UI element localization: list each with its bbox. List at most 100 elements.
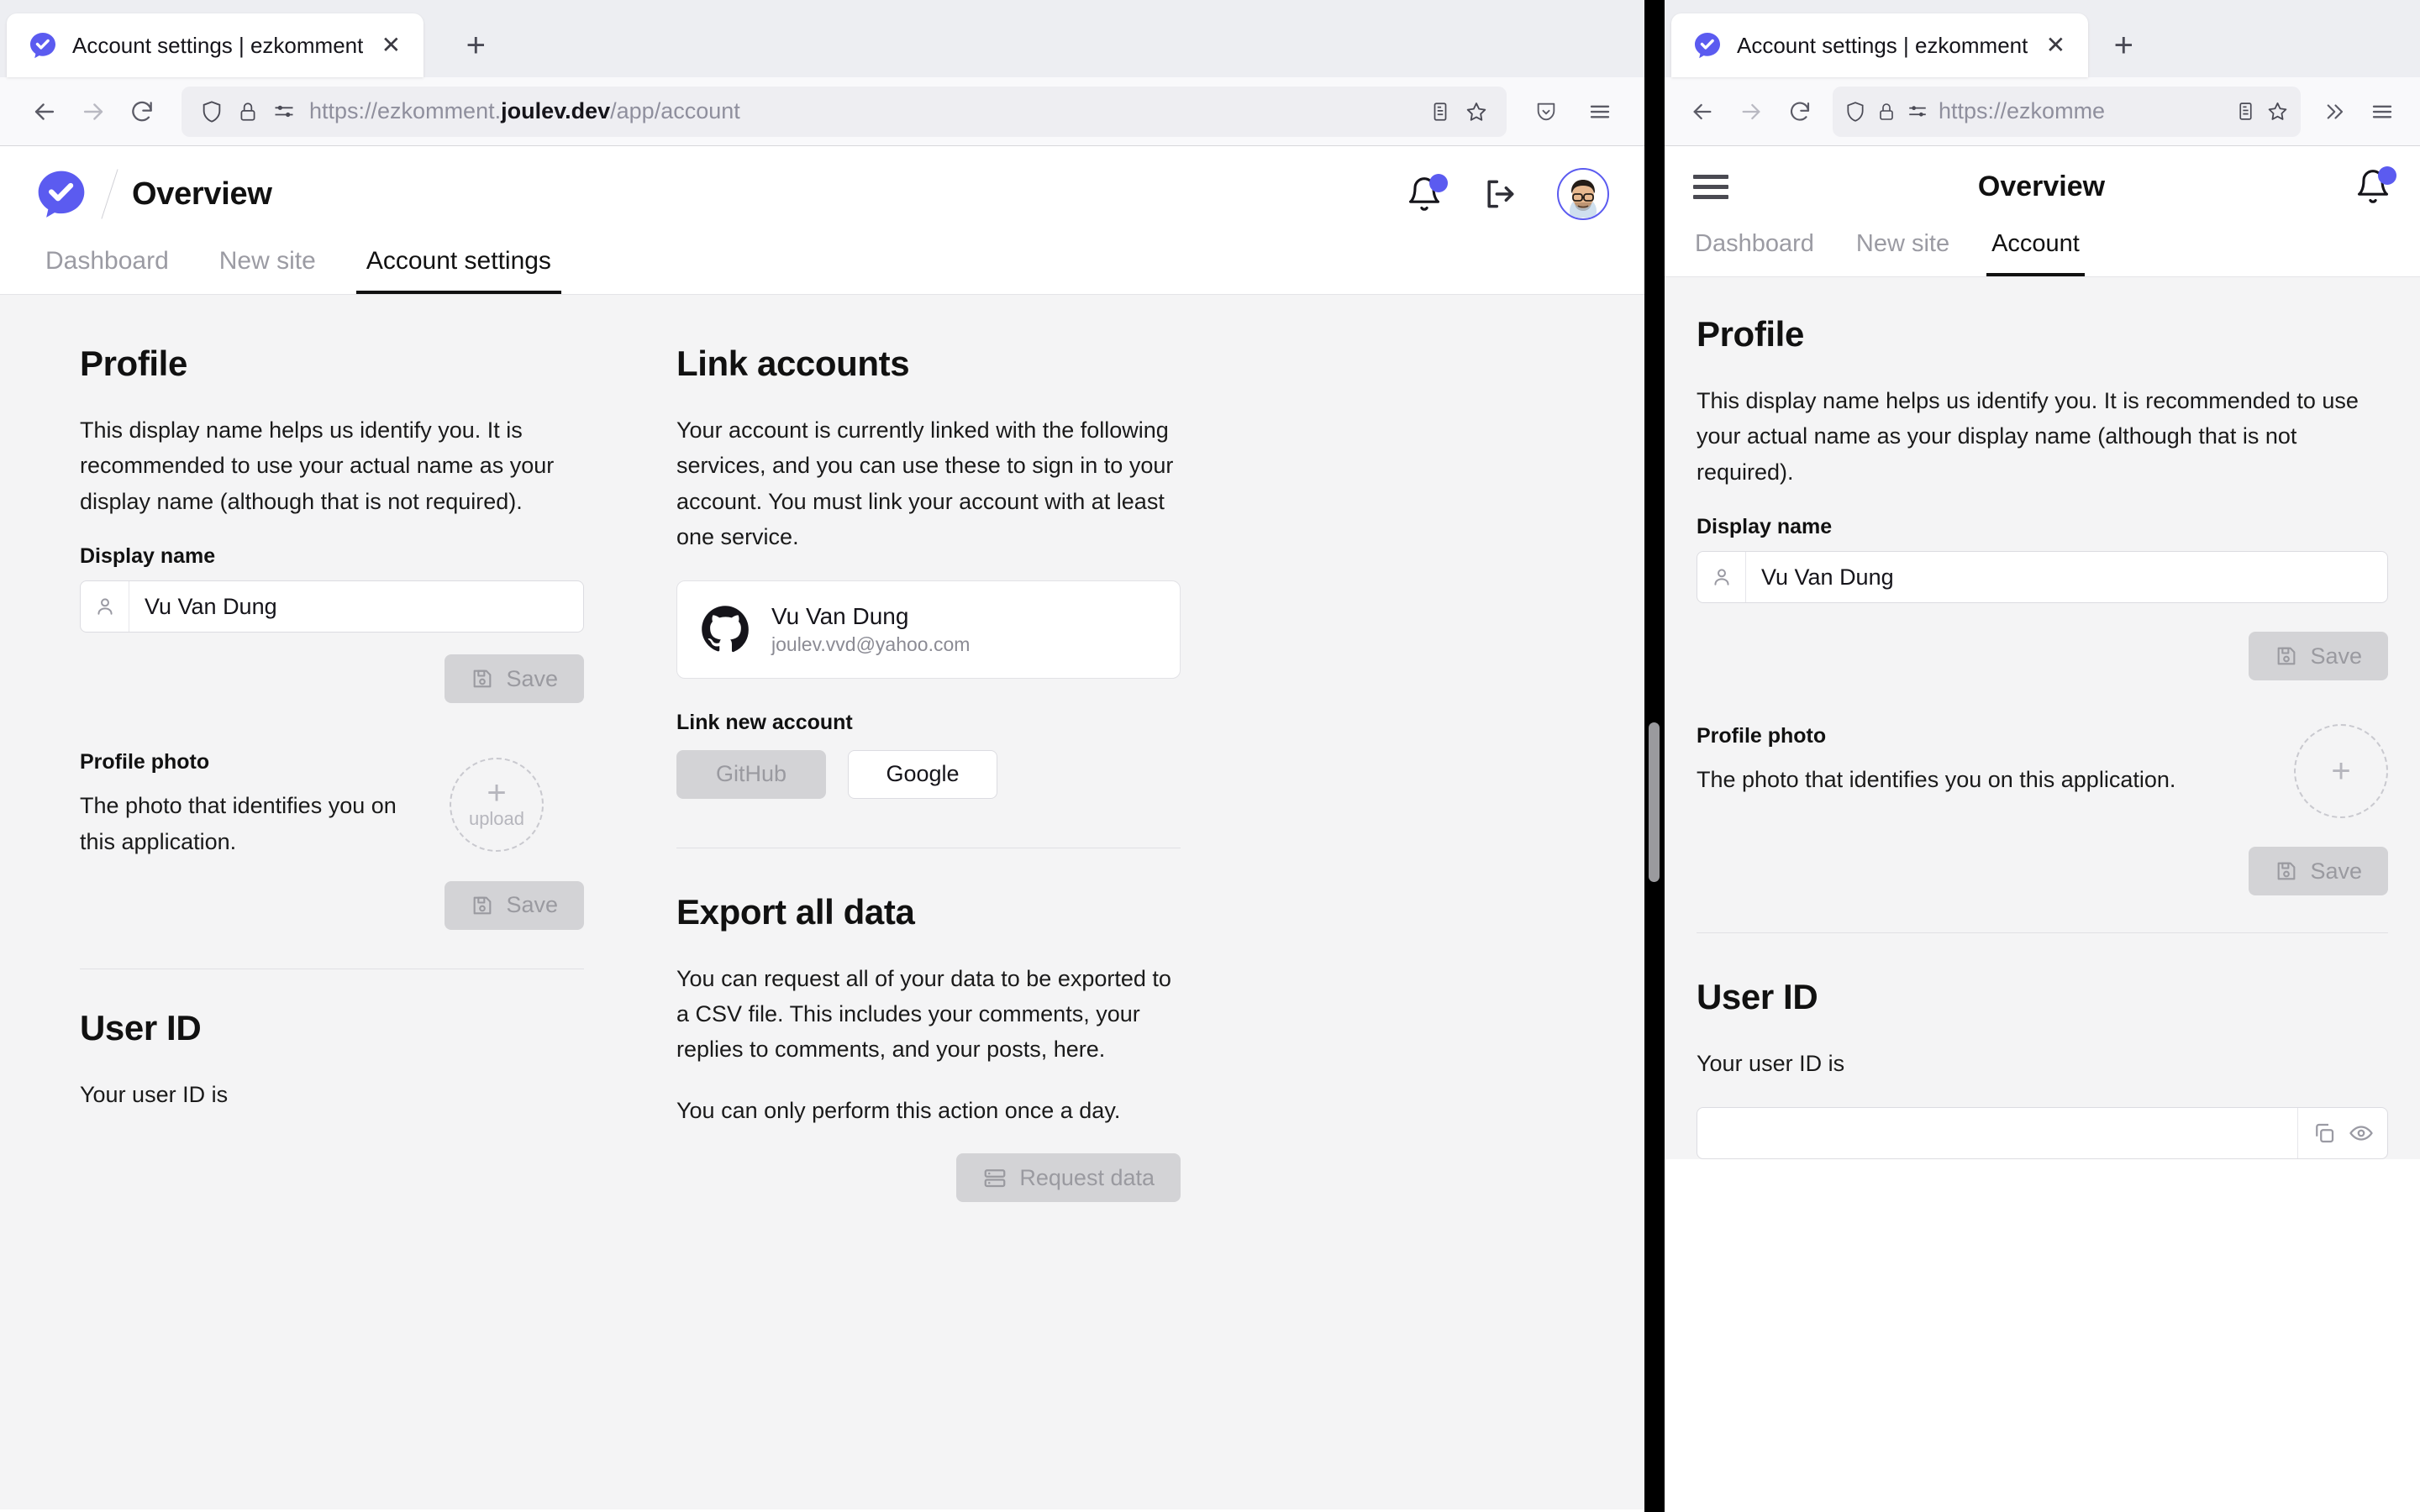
link-accounts-heading: Link accounts bbox=[676, 344, 910, 383]
hamburger-menu-icon[interactable] bbox=[2358, 87, 2407, 136]
browser-window-right: Account settings | ezkomment ✕ + https:/… bbox=[1665, 0, 2420, 1512]
save-display-name-button[interactable]: Save bbox=[445, 654, 584, 704]
export-paragraph-2: You can only perform this action once a … bbox=[676, 1097, 1121, 1123]
profile-save-row: Save bbox=[1697, 632, 2388, 681]
browser-tabbar-right: Account settings | ezkomment ✕ + bbox=[1665, 0, 2420, 77]
reload-icon[interactable] bbox=[118, 87, 166, 136]
url-bar[interactable]: https://ezkomment.joulev.dev/app/account bbox=[182, 86, 1507, 137]
display-name-value[interactable]: Vu Van Dung bbox=[1746, 552, 2387, 602]
browser-navbar-right: https://ezkomme bbox=[1665, 77, 2420, 146]
avatar[interactable] bbox=[1557, 168, 1609, 220]
profile-description: This display name helps us identify you.… bbox=[1697, 388, 2359, 485]
tab-new-site[interactable]: New site bbox=[209, 239, 326, 294]
page-title: Overview bbox=[132, 176, 272, 212]
export-paragraph-1: You can request all of your data to be e… bbox=[676, 965, 1171, 1063]
url-prefix: https://ezkomment. bbox=[309, 98, 502, 123]
profile-divider bbox=[1697, 932, 2388, 934]
link-google-button[interactable]: Google bbox=[848, 749, 997, 799]
profile-description: This display name helps us identify you.… bbox=[80, 417, 555, 514]
close-icon[interactable]: ✕ bbox=[378, 34, 403, 57]
url-bar[interactable]: https://ezkomme bbox=[1833, 86, 2301, 137]
new-tab-button[interactable]: + bbox=[457, 29, 494, 62]
upload-photo-button[interactable]: + bbox=[2294, 724, 2388, 819]
profile-photo-text: Profile photo The photo that identifies … bbox=[1697, 724, 2294, 797]
save-display-name-button[interactable]: Save bbox=[2249, 632, 2388, 681]
hamburger-menu-icon[interactable] bbox=[1576, 87, 1624, 136]
profile-save-row: Save bbox=[80, 654, 584, 704]
lock-icon[interactable] bbox=[1876, 102, 1897, 122]
star-icon[interactable] bbox=[2266, 100, 2289, 123]
save-label: Save bbox=[2310, 643, 2362, 669]
display-name-input[interactable]: Vu Van Dung bbox=[80, 580, 584, 633]
profile-photo-label: Profile photo bbox=[80, 750, 210, 774]
floppy-disk-icon bbox=[2278, 647, 2296, 665]
app-content-right: Profile This display name helps us ident… bbox=[1665, 277, 2420, 1159]
tab-account[interactable]: Account bbox=[1986, 225, 2085, 276]
url-text[interactable]: https://ezkomme bbox=[1939, 98, 2225, 124]
permissions-icon[interactable] bbox=[272, 100, 296, 123]
display-name-input[interactable]: Vu Van Dung bbox=[1697, 551, 2388, 604]
save-photo-button[interactable]: Save bbox=[445, 880, 584, 930]
linked-account-card[interactable]: Vu Van Dung joulev.vvd@yahoo.com bbox=[676, 580, 1181, 679]
link-new-account-label: Link new account bbox=[676, 710, 853, 734]
close-icon[interactable]: ✕ bbox=[2043, 34, 2068, 57]
notifications-button[interactable] bbox=[1406, 174, 1448, 213]
arrow-right-icon[interactable] bbox=[69, 87, 118, 136]
tab-new-site[interactable]: New site bbox=[1851, 225, 1954, 276]
arrow-right-icon[interactable] bbox=[1727, 87, 1776, 136]
reader-view-icon[interactable] bbox=[2235, 101, 2256, 122]
shield-icon[interactable] bbox=[1844, 101, 1866, 123]
browser-tab-right[interactable]: Account settings | ezkomment ✕ bbox=[1671, 13, 2089, 77]
profile-photo-row: Profile photo The photo that identifies … bbox=[80, 750, 584, 859]
page-title: Overview bbox=[1977, 170, 2106, 202]
profile-photo-row: Profile photo The photo that identifies … bbox=[1697, 724, 2388, 819]
link-new-account-buttons: GitHub Google bbox=[676, 749, 1181, 799]
browser-tab-title: Account settings | ezkomment bbox=[1737, 32, 2028, 58]
menu-toggle-button[interactable] bbox=[1693, 174, 1728, 199]
notifications-button[interactable] bbox=[2354, 166, 2396, 205]
hamburger-bar bbox=[1693, 194, 1728, 199]
floppy-disk-icon bbox=[474, 669, 492, 688]
ezkomment-check-bubble-icon bbox=[29, 31, 57, 60]
user-id-heading: User ID bbox=[1697, 977, 1818, 1017]
pocket-icon[interactable] bbox=[1522, 87, 1570, 136]
linked-account-name: Vu Van Dung bbox=[771, 602, 909, 629]
profile-photo-description: The photo that identifies you on this ap… bbox=[80, 793, 397, 854]
ezkomment-check-bubble-icon[interactable] bbox=[35, 168, 87, 220]
shield-icon[interactable] bbox=[200, 100, 224, 123]
link-github-button[interactable]: GitHub bbox=[676, 749, 826, 799]
window-gutter bbox=[1644, 0, 1665, 1512]
chevron-double-right-icon[interactable] bbox=[2309, 87, 2358, 136]
logout-button[interactable] bbox=[1481, 176, 1518, 213]
eye-icon bbox=[2349, 1125, 2373, 1141]
upload-label: upload bbox=[468, 808, 525, 829]
user-id-description: Your user ID is bbox=[1697, 1051, 1845, 1077]
app-tabs-right: Dashboard New site Account bbox=[1665, 225, 2420, 277]
tab-dashboard[interactable]: Dashboard bbox=[35, 239, 179, 294]
profile-heading: Profile bbox=[1697, 314, 1804, 354]
request-data-button[interactable]: Request data bbox=[956, 1153, 1181, 1202]
arrow-left-icon[interactable] bbox=[1678, 87, 1727, 136]
arrow-left-icon[interactable] bbox=[20, 87, 69, 136]
display-name-value[interactable]: Vu Van Dung bbox=[129, 581, 583, 632]
url-text[interactable]: https://ezkomment.joulev.dev/app/account bbox=[309, 98, 1416, 124]
notification-badge bbox=[2378, 166, 2396, 185]
person-icon bbox=[1697, 552, 1746, 603]
reload-icon[interactable] bbox=[1776, 87, 1824, 136]
scrollbar-thumb[interactable] bbox=[1649, 722, 1660, 882]
new-tab-button[interactable]: + bbox=[2105, 29, 2142, 62]
user-id-field[interactable] bbox=[1697, 1106, 2388, 1159]
chrome-right-actions bbox=[1522, 87, 1624, 136]
lock-icon[interactable] bbox=[237, 101, 259, 123]
reader-view-icon[interactable] bbox=[1429, 101, 1451, 123]
upload-photo-button[interactable]: + upload bbox=[450, 758, 544, 852]
app-header-right: Overview bbox=[1665, 146, 2420, 225]
browser-tab-left[interactable]: Account settings | ezkomment ✕ bbox=[7, 13, 424, 77]
permissions-icon[interactable] bbox=[1907, 101, 1928, 123]
brand[interactable]: Overview bbox=[35, 168, 272, 220]
save-photo-button[interactable]: Save bbox=[2249, 847, 2388, 896]
star-icon[interactable] bbox=[1465, 100, 1488, 123]
tab-account-settings[interactable]: Account settings bbox=[355, 239, 561, 294]
server-icon bbox=[985, 1169, 1006, 1188]
tab-dashboard[interactable]: Dashboard bbox=[1690, 225, 1819, 276]
